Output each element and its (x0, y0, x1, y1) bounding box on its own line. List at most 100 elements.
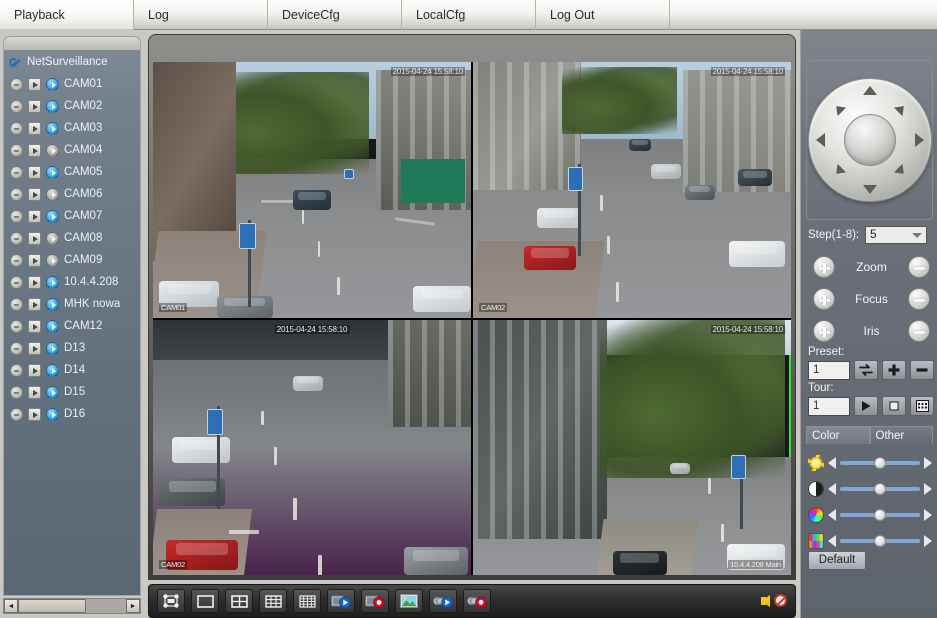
brightness-decrease-arrow-icon[interactable] (828, 457, 836, 469)
camera-row-cam01[interactable]: CAM01 (4, 73, 140, 95)
saturation-slider-track[interactable] (840, 535, 920, 547)
split-9-button[interactable] (259, 589, 287, 613)
record-toggle-icon[interactable] (10, 363, 23, 377)
preset-remove-button[interactable] (910, 360, 934, 380)
play-stream-icon[interactable] (28, 77, 41, 91)
record-toggle-icon[interactable] (10, 209, 23, 223)
preset-goto-button[interactable] (854, 360, 878, 380)
focus-out-button[interactable] (908, 288, 930, 310)
camera-row-10-4-4-208[interactable]: 10.4.4.208 (4, 271, 140, 293)
menu-item-log[interactable]: Log (134, 0, 268, 30)
ptz-direction-pad[interactable] (807, 78, 932, 202)
contrast-increase-arrow-icon[interactable] (924, 483, 932, 495)
menu-item-playback[interactable]: Playback (0, 0, 134, 30)
record-toggle-icon[interactable] (10, 77, 23, 91)
snapshot-button[interactable] (395, 589, 423, 613)
stream-status-icon[interactable] (46, 143, 59, 157)
fullscreen-button[interactable] (157, 589, 185, 613)
hue-increase-arrow-icon[interactable] (924, 509, 932, 521)
zoom-out-button[interactable] (908, 256, 930, 278)
record-toggle-icon[interactable] (10, 143, 23, 157)
camera-row-cam04[interactable]: CAM04 (4, 139, 140, 161)
ptz-up-left-arrow-icon[interactable] (831, 101, 846, 117)
stream-status-icon[interactable] (46, 385, 59, 399)
split-16-button[interactable] (293, 589, 321, 613)
camera-row-d16[interactable]: D16 (4, 403, 140, 425)
record-toggle-icon[interactable] (10, 319, 23, 333)
tab-other[interactable]: Other (869, 426, 933, 444)
record-stop-button[interactable] (361, 589, 389, 613)
playback-stop-button[interactable] (463, 589, 491, 613)
ptz-down-arrow-icon[interactable] (862, 185, 877, 194)
stream-status-icon[interactable] (46, 253, 59, 267)
brightness-slider-track[interactable] (840, 457, 920, 469)
menu-item-devicecfg[interactable]: DeviceCfg (268, 0, 402, 30)
saturation-increase-arrow-icon[interactable] (924, 535, 932, 547)
record-toggle-icon[interactable] (10, 165, 23, 179)
menu-item-localcfg[interactable]: LocalCfg (402, 0, 536, 30)
sidebar-horizontal-scrollbar[interactable]: ◄ ► (3, 598, 141, 614)
zoom-in-button[interactable] (813, 256, 835, 278)
focus-in-button[interactable] (813, 288, 835, 310)
tab-color[interactable]: Color (806, 426, 870, 444)
record-toggle-icon[interactable] (10, 253, 23, 267)
record-toggle-icon[interactable] (10, 385, 23, 399)
record-start-button[interactable] (327, 589, 355, 613)
contrast-slider-track[interactable] (840, 483, 920, 495)
play-stream-icon[interactable] (28, 209, 41, 223)
camera-row-d14[interactable]: D14 (4, 359, 140, 381)
camera-row-cam07[interactable]: CAM07 (4, 205, 140, 227)
record-toggle-icon[interactable] (10, 121, 23, 135)
saturation-decrease-arrow-icon[interactable] (828, 535, 836, 547)
stream-status-icon[interactable] (46, 275, 59, 289)
ptz-down-left-arrow-icon[interactable] (831, 163, 846, 179)
record-toggle-icon[interactable] (10, 187, 23, 201)
camera-row-cam03[interactable]: CAM03 (4, 117, 140, 139)
hue-slider-knob[interactable] (874, 509, 886, 521)
ptz-right-arrow-icon[interactable] (914, 133, 924, 147)
tour-stop-button[interactable] (882, 396, 906, 416)
preset-add-button[interactable] (882, 360, 906, 380)
record-toggle-icon[interactable] (10, 275, 23, 289)
camera-row-cam02[interactable]: CAM02 (4, 95, 140, 117)
ptz-left-arrow-icon[interactable] (815, 133, 825, 147)
record-toggle-icon[interactable] (10, 407, 23, 421)
video-pane-4[interactable]: 2015-04-24 15:58:10 10.4.4.208 Main (473, 319, 791, 575)
play-stream-icon[interactable] (28, 231, 41, 245)
play-stream-icon[interactable] (28, 165, 41, 179)
playback-start-button[interactable] (429, 589, 457, 613)
play-stream-icon[interactable] (28, 407, 41, 421)
preset-input[interactable]: 1 (808, 360, 850, 380)
record-toggle-icon[interactable] (10, 231, 23, 245)
camera-row-cam05[interactable]: CAM05 (4, 161, 140, 183)
mute-toggle-button[interactable] (761, 590, 787, 612)
brightness-slider-knob[interactable] (874, 457, 886, 469)
play-stream-icon[interactable] (28, 341, 41, 355)
brightness-increase-arrow-icon[interactable] (924, 457, 932, 469)
play-stream-icon[interactable] (28, 363, 41, 377)
ptz-up-arrow-icon[interactable] (862, 86, 877, 95)
tour-list-button[interactable] (910, 396, 934, 416)
stream-status-icon[interactable] (46, 319, 59, 333)
stream-status-icon[interactable] (46, 341, 59, 355)
camera-row-cam09[interactable]: CAM09 (4, 249, 140, 271)
ptz-center-button[interactable] (843, 114, 896, 166)
scroll-right-arrow-icon[interactable]: ► (126, 599, 140, 613)
video-pane-2[interactable]: 2015-04-24 15:58:10 CAM02 (473, 62, 791, 318)
play-stream-icon[interactable] (28, 121, 41, 135)
ptz-down-right-arrow-icon[interactable] (893, 163, 908, 179)
play-stream-icon[interactable] (28, 319, 41, 333)
record-toggle-icon[interactable] (10, 297, 23, 311)
stream-status-icon[interactable] (46, 165, 59, 179)
scroll-track[interactable] (18, 599, 126, 613)
menu-item-logout[interactable]: Log Out (536, 0, 670, 30)
video-pane-3[interactable]: 2015-04-24 15:58:10 CAM02 (153, 319, 471, 575)
split-1-button[interactable] (191, 589, 219, 613)
stream-status-icon[interactable] (46, 121, 59, 135)
contrast-decrease-arrow-icon[interactable] (828, 483, 836, 495)
record-toggle-icon[interactable] (10, 99, 23, 113)
scroll-left-arrow-icon[interactable]: ◄ (4, 599, 18, 613)
iris-open-button[interactable] (813, 320, 835, 342)
play-stream-icon[interactable] (28, 297, 41, 311)
record-toggle-icon[interactable] (10, 341, 23, 355)
